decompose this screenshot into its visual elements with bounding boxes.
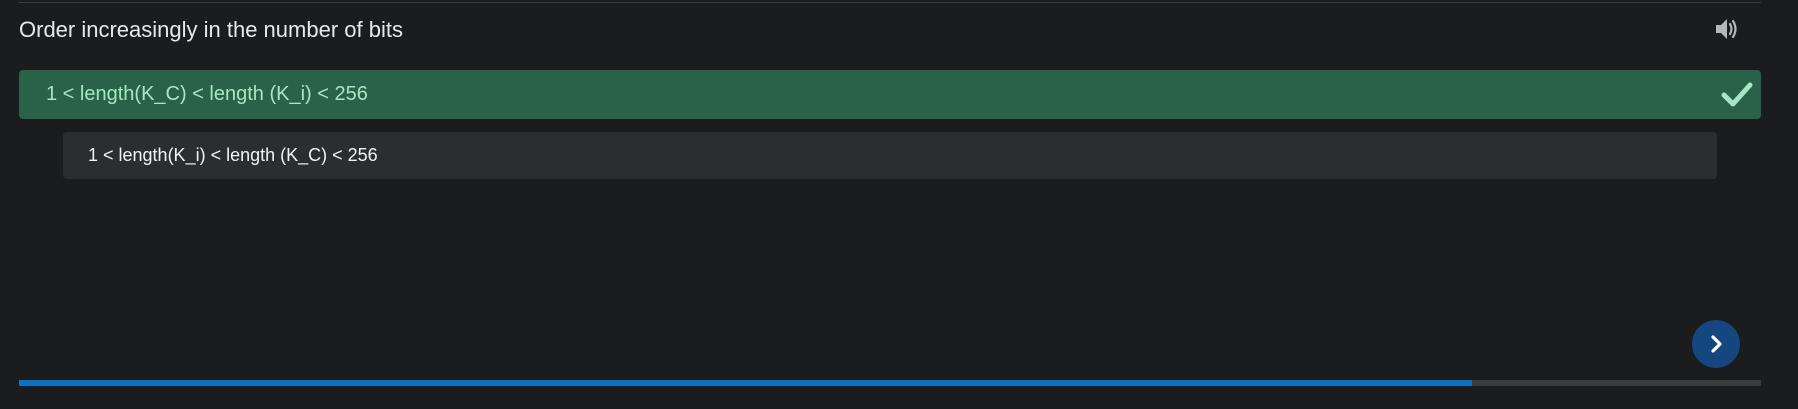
top-divider bbox=[19, 2, 1761, 3]
quiz-panel: Order increasingly in the number of bits… bbox=[0, 0, 1798, 409]
answer-option-correct[interactable]: 1 < length(K_C) < length (K_i) < 256 bbox=[19, 70, 1761, 119]
next-button[interactable] bbox=[1692, 320, 1740, 368]
answer-option-label: 1 < length(K_i) < length (K_C) < 256 bbox=[88, 145, 378, 165]
question-text: Order increasingly in the number of bits bbox=[19, 17, 403, 42]
answer-option-label: 1 < length(K_C) < length (K_i) < 256 bbox=[46, 83, 368, 105]
speaker-icon[interactable] bbox=[1712, 14, 1742, 44]
progress-bar-fill bbox=[19, 380, 1472, 386]
check-icon bbox=[1721, 80, 1753, 108]
progress-bar bbox=[19, 380, 1761, 386]
answer-option[interactable]: 1 < length(K_i) < length (K_C) < 256 bbox=[63, 132, 1717, 179]
